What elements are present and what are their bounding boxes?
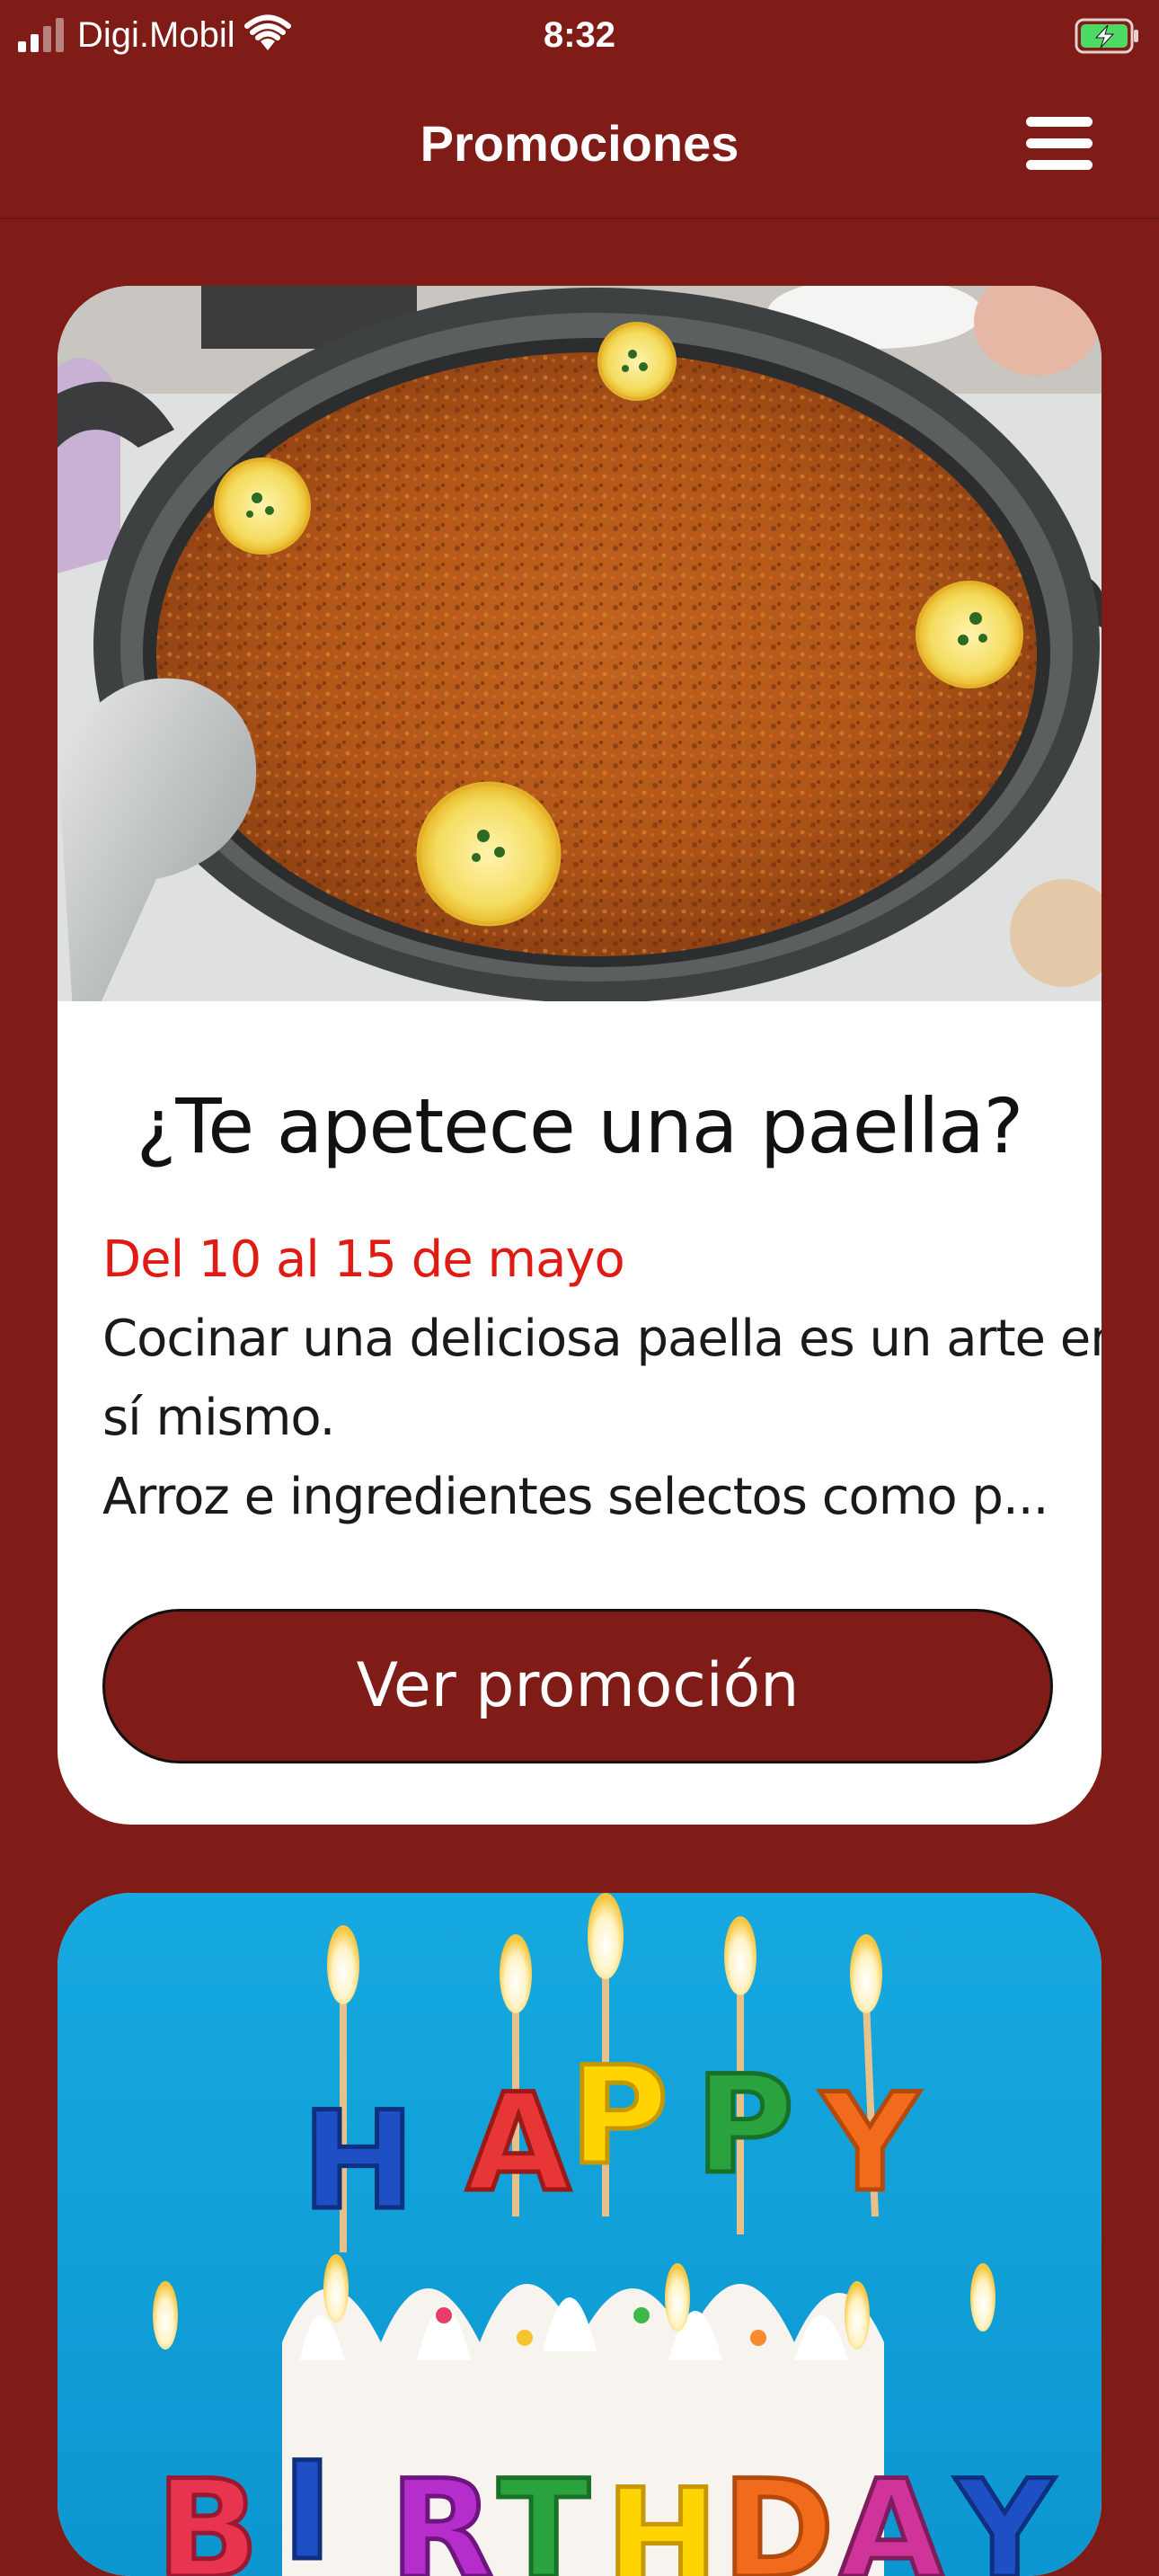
promotion-dates: Del 10 al 15 de mayo [102,1230,625,1289]
hamburger-menu-icon [1026,160,1093,170]
signal-strength-icon [18,18,64,52]
view-promotion-button[interactable]: Ver promoción [102,1609,1053,1763]
svg-text:H: H [302,2083,415,2240]
birthday-cake-photo: H A P P Y B I R T H D A Y [58,1893,1101,2576]
promotion-description: Cocinar una deliciosa paella es un arte … [102,1300,1101,1537]
carrier-name: Digi.Mobil [77,15,235,55]
page-title: Promociones [420,115,739,172]
promotion-card: H A P P Y B I R T H D A Y [58,1893,1101,2576]
svg-text:I: I [282,2434,332,2576]
svg-text:P: P [695,2047,794,2204]
svg-text:T: T [498,2452,589,2576]
svg-text:A: A [839,2452,943,2576]
status-time: 8:32 [543,15,616,55]
paella-photo [58,286,1101,1001]
promotion-description-line: Arroz e ingredientes selectos como p... [102,1468,1048,1526]
svg-text:Y: Y [954,2452,1056,2576]
svg-text:A: A [466,2065,571,2222]
svg-text:R: R [390,2452,494,2576]
wifi-icon [244,14,291,50]
battery-charging-icon [1075,18,1138,54]
svg-text:D: D [722,2452,835,2576]
svg-text:H: H [606,2461,719,2576]
status-bar: Digi.Mobil 8:32 [0,0,1159,72]
menu-button[interactable] [1012,108,1105,180]
navigation-bar: Promociones [0,90,1159,219]
svg-text:B: B [156,2452,259,2576]
promotion-card: ¿Te apetece una paella? Del 10 al 15 de … [58,286,1101,1825]
hamburger-menu-icon [1026,138,1093,148]
hamburger-menu-icon [1026,117,1093,127]
svg-text:Y: Y [819,2065,921,2222]
svg-text:P: P [570,2039,668,2195]
promotion-title: ¿Te apetece una paella? [136,1082,1024,1170]
promotion-description-line: Cocinar una deliciosa paella es un arte … [102,1310,1101,1368]
promotion-description-line: sí mismo. [102,1389,335,1447]
